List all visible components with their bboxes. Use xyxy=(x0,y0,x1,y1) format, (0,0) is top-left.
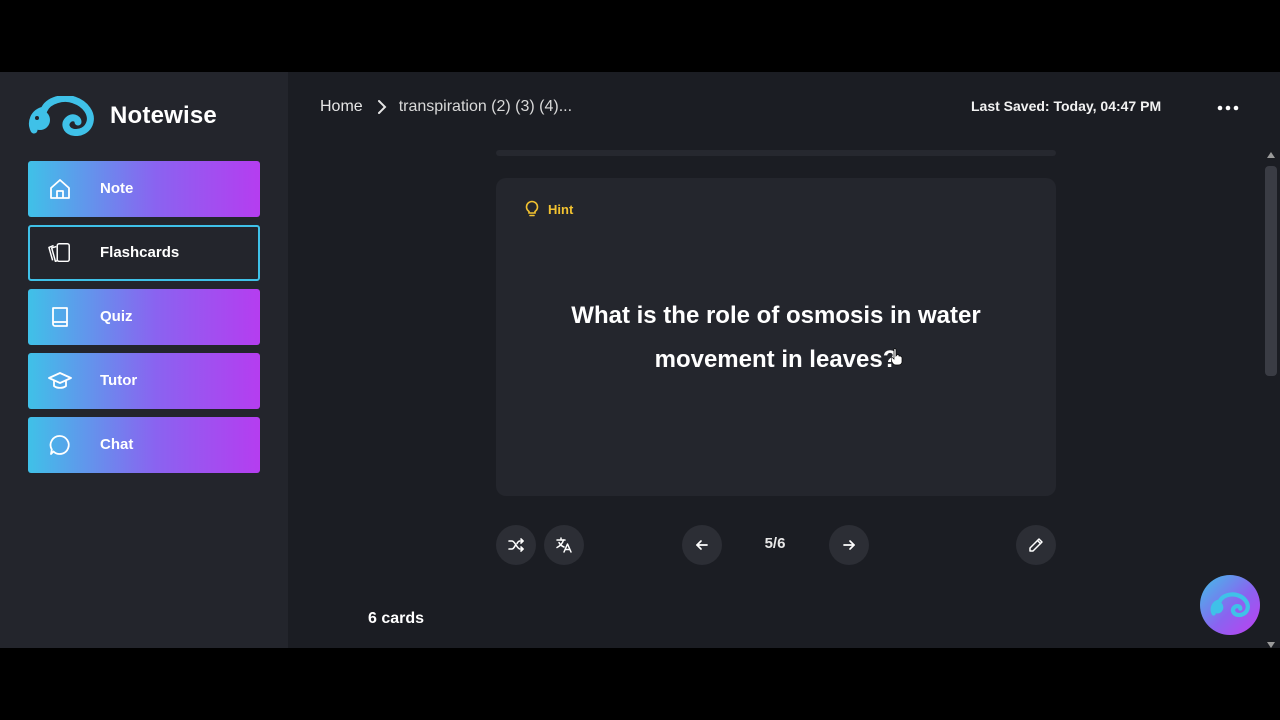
chevron-right-icon xyxy=(377,100,387,114)
graduation-cap-icon xyxy=(48,372,72,389)
flashcard[interactable]: Hint What is the role of osmosis in wate… xyxy=(496,178,1056,496)
previous-card-button[interactable] xyxy=(682,525,722,565)
card-counter: 5/6 xyxy=(764,535,786,552)
sidebar: Notewise Note Flashcards Quiz Tutor Chat xyxy=(0,72,288,648)
pencil-icon xyxy=(1029,538,1043,552)
book-icon xyxy=(52,307,68,327)
notewise-logo-icon xyxy=(1210,592,1250,618)
shuffle-button[interactable] xyxy=(496,525,536,565)
sidebar-item-label: Quiz xyxy=(100,308,133,325)
hint-label: Hint xyxy=(548,201,574,217)
arrow-left-icon xyxy=(696,540,708,550)
mouse-pointer-icon xyxy=(891,348,903,366)
scroll-up-arrow-icon[interactable] xyxy=(1267,152,1275,158)
breadcrumb: Home transpiration (2) (3) (4)... xyxy=(320,98,572,116)
vertical-scrollbar[interactable] xyxy=(1262,150,1280,648)
hint-button[interactable]: Hint xyxy=(524,200,573,218)
last-saved-status: Last Saved: Today, 04:47 PM xyxy=(971,98,1162,114)
notewise-logo-icon xyxy=(28,96,94,136)
scroll-down-arrow-icon[interactable] xyxy=(1267,642,1275,648)
more-horizontal-icon xyxy=(1217,105,1239,111)
chat-bubble-icon xyxy=(49,435,70,455)
sidebar-item-quiz[interactable]: Quiz xyxy=(28,289,260,345)
scrollbar-thumb[interactable] xyxy=(1265,166,1277,376)
assistant-fab-button[interactable] xyxy=(1200,575,1260,635)
sidebar-item-label: Tutor xyxy=(100,372,138,389)
flashcard-question: What is the role of osmosis in water mov… xyxy=(571,302,981,373)
edit-card-button[interactable] xyxy=(1016,525,1056,565)
next-card-button[interactable] xyxy=(829,525,869,565)
sidebar-item-tutor[interactable]: Tutor xyxy=(28,353,260,409)
translate-icon xyxy=(556,537,572,553)
app-name: Notewise xyxy=(110,102,217,129)
flashcard-progress-track xyxy=(496,150,1056,156)
card-count: 6 cards xyxy=(368,610,425,627)
brand-logo[interactable]: Notewise xyxy=(28,96,217,136)
sidebar-item-label: Flashcards xyxy=(100,244,180,261)
more-options-button[interactable] xyxy=(1214,98,1242,118)
sidebar-item-label: Note xyxy=(100,180,134,197)
app-window: Notewise Note Flashcards Quiz Tutor Chat… xyxy=(0,72,1280,648)
sidebar-item-flashcards[interactable]: Flashcards xyxy=(28,225,260,281)
breadcrumb-current-note[interactable]: transpiration (2) (3) (4)... xyxy=(399,98,572,116)
sidebar-item-label: Chat xyxy=(100,436,134,453)
sidebar-item-note[interactable]: Note xyxy=(28,161,260,217)
arrow-right-icon xyxy=(843,540,855,550)
shuffle-icon xyxy=(508,538,524,552)
flashcards-icon xyxy=(48,243,70,263)
home-icon xyxy=(50,179,70,199)
translate-button[interactable] xyxy=(544,525,584,565)
lightbulb-icon xyxy=(525,200,539,217)
sidebar-item-chat[interactable]: Chat xyxy=(28,417,260,473)
breadcrumb-home-link[interactable]: Home xyxy=(320,98,363,116)
